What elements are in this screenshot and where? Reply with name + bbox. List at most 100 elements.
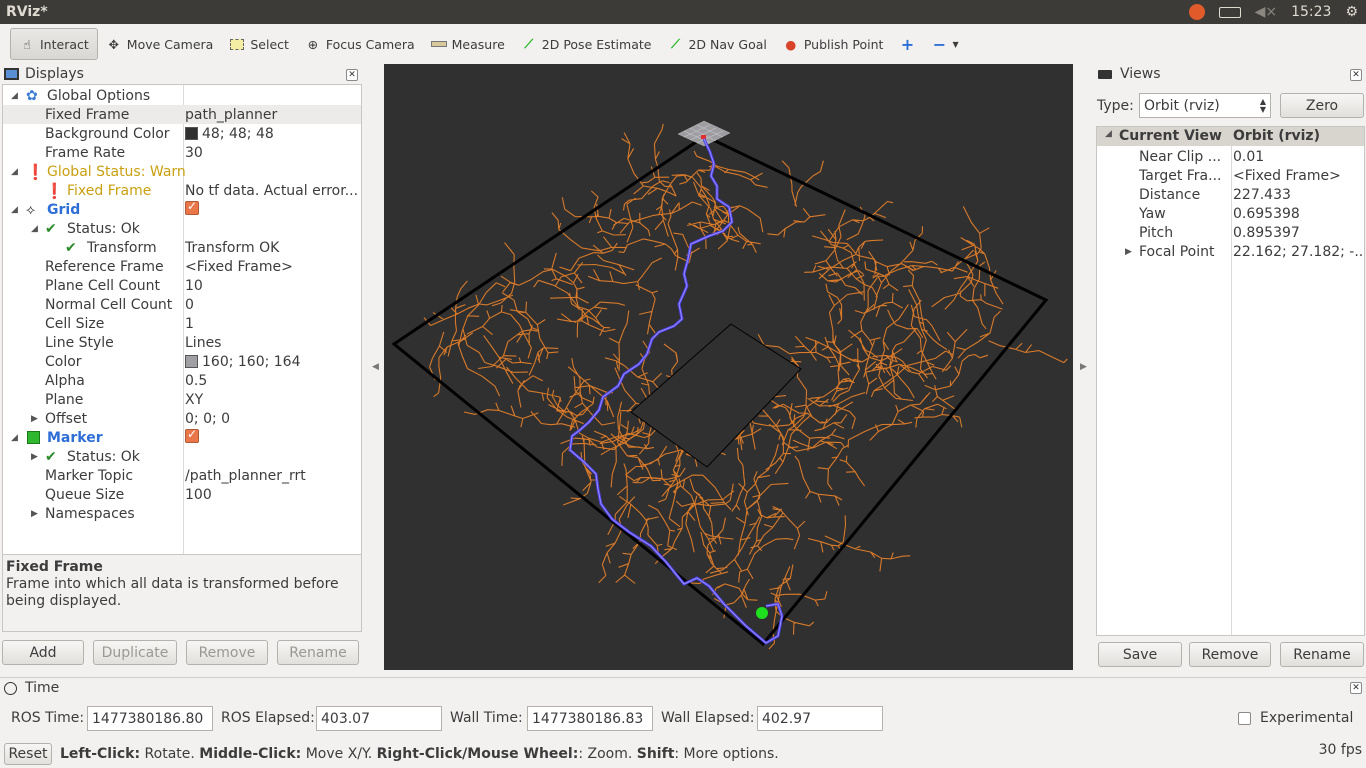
grid-enabled-checkbox[interactable] [185,200,361,219]
tree-row-namespaces[interactable]: ▶ Namespaces [3,504,361,523]
expand-arrow-icon[interactable]: ◢ [11,433,21,443]
view-row-target-frame[interactable]: Target Fra... <Fixed Frame> [1097,166,1364,185]
publish-point-tool-button[interactable]: ● Publish Point [775,28,892,60]
tree-value[interactable]: path_planner [185,107,361,123]
zero-button[interactable]: Zero [1280,93,1364,118]
tree-row-reference-frame[interactable]: Reference Frame <Fixed Frame> [3,257,361,276]
tree-value[interactable]: 1 [185,316,361,332]
view-row-pitch[interactable]: Pitch 0.895397 [1097,223,1364,242]
tree-row-marker-status[interactable]: ▶ ✔ Status: Ok [3,447,361,466]
experimental-checkbox[interactable] [1238,712,1251,725]
volume-muted-icon[interactable]: ◀× [1255,4,1278,20]
3d-render-viewport[interactable] [384,64,1073,670]
tree-value[interactable]: 22.162; 27.182; -... [1233,244,1363,260]
add-tool-button[interactable]: + [891,28,923,60]
view-row-yaw[interactable]: Yaw 0.695398 [1097,204,1364,223]
tree-value[interactable]: 0.5 [185,373,361,389]
reset-button[interactable]: Reset [4,743,52,765]
tree-row-global-status[interactable]: ◢ ❗ Global Status: Warn [3,162,361,181]
tree-value[interactable]: 160; 160; 164 [185,354,361,370]
tree-row-grid[interactable]: ◢ ⟡ Grid [3,200,361,219]
tree-row-cell-size[interactable]: Cell Size 1 [3,314,361,333]
pose-estimate-tool-button[interactable]: ⟋ 2D Pose Estimate [513,28,660,60]
ros-elapsed-field[interactable]: 403.07 [316,706,442,731]
tree-value[interactable]: XY [185,392,361,408]
collapsed-arrow-icon[interactable]: ▶ [31,414,41,424]
tree-value[interactable]: Lines [185,335,361,351]
wall-time-field[interactable]: 1477380186.83 [527,706,653,731]
remove-tool-button[interactable]: − ▼ [923,28,966,60]
tree-row-global-options[interactable]: ◢ ✿ Global Options [3,86,361,105]
view-type-select[interactable]: Orbit (rviz) ▲ ▼ [1139,93,1271,118]
select-tool-button[interactable]: Select [221,28,297,60]
collapsed-arrow-icon[interactable]: ▶ [31,509,41,519]
expand-arrow-icon[interactable]: ◢ [1105,129,1115,139]
ros-time-field[interactable]: 1477380186.80 [87,706,213,731]
tree-row-fixed-frame[interactable]: Fixed Frame path_planner [3,105,361,124]
tree-row-color[interactable]: Color 160; 160; 164 [3,352,361,371]
tree-value[interactable]: /path_planner_rrt [185,468,361,484]
wall-elapsed-field[interactable]: 402.97 [757,706,883,731]
close-icon[interactable]: ✕ [346,69,358,81]
splitter-right-arrow-icon[interactable]: ▶ [1080,362,1087,372]
tree-row-marker[interactable]: ◢ Marker [3,428,361,447]
view-row-distance[interactable]: Distance 227.433 [1097,185,1364,204]
tree-row-normal-cell-count[interactable]: Normal Cell Count 0 [3,295,361,314]
collapsed-arrow-icon[interactable]: ▶ [1125,247,1135,257]
tree-row-plane-cell-count[interactable]: Plane Cell Count 10 [3,276,361,295]
tree-row-marker-topic[interactable]: Marker Topic /path_planner_rrt [3,466,361,485]
battery-icon[interactable] [1218,6,1241,18]
tree-value[interactable]: 227.433 [1233,187,1363,203]
duplicate-button[interactable]: Duplicate [93,640,177,665]
tree-value[interactable]: 10 [185,278,361,294]
tree-row-background-color[interactable]: Background Color 48; 48; 48 [3,124,361,143]
tree-row-alpha[interactable]: Alpha 0.5 [3,371,361,390]
close-icon[interactable]: ✕ [1350,682,1362,694]
tree-value[interactable]: 0; 0; 0 [185,411,361,427]
remove-button[interactable]: Remove [186,640,268,665]
gear-icon[interactable]: ⚙ [1345,4,1358,20]
close-icon[interactable]: ✕ [1350,69,1362,81]
marker-enabled-checkbox[interactable] [185,428,361,447]
expand-arrow-icon[interactable]: ◢ [11,91,21,101]
tree-value[interactable]: 0.695398 [1233,206,1363,222]
tree-key: Reference Frame [45,258,164,275]
rename-button[interactable]: Rename [277,640,359,665]
tree-row-frame-rate[interactable]: Frame Rate 30 [3,143,361,162]
move-camera-tool-button[interactable]: ✥ Move Camera [98,28,222,60]
tree-value[interactable]: <Fixed Frame> [1233,168,1363,184]
collapsed-arrow-icon[interactable]: ▶ [31,452,41,462]
tree-row-line-style[interactable]: Line Style Lines [3,333,361,352]
tree-value[interactable]: 30 [185,145,361,161]
rename-view-button[interactable]: Rename [1280,642,1364,667]
splitter-left-arrow-icon[interactable]: ◀ [372,362,379,372]
view-row-focal-point[interactable]: ▶ Focal Point 22.162; 27.182; -... [1097,242,1364,261]
clock[interactable]: 15:23 [1291,4,1331,20]
tree-value[interactable]: 100 [185,487,361,503]
tree-row-transform[interactable]: ✔ Transform Transform OK [3,238,361,257]
tree-row-plane[interactable]: Plane XY [3,390,361,409]
remove-view-button[interactable]: Remove [1189,642,1271,667]
tree-value[interactable]: <Fixed Frame> [185,259,361,275]
add-button[interactable]: Add [2,640,84,665]
tree-row-grid-status[interactable]: ◢ ✔ Status: Ok [3,219,361,238]
tree-value[interactable]: 48; 48; 48 [185,126,361,142]
measure-tool-button[interactable]: Measure [423,28,513,60]
indicator-icon[interactable] [1188,4,1205,20]
tree-row-fixed-frame-status[interactable]: ❗ Fixed Frame No tf data. Actual error..… [3,181,361,200]
view-row-near-clip[interactable]: Near Clip ... 0.01 [1097,147,1364,166]
interact-tool-button[interactable]: ☝ Interact [10,28,98,60]
tree-value[interactable]: 0 [185,297,361,313]
nav-goal-tool-button[interactable]: ⟋ 2D Nav Goal [659,28,774,60]
expand-arrow-icon[interactable]: ◢ [31,224,41,234]
focus-camera-tool-button[interactable]: ⊕ Focus Camera [297,28,423,60]
tree-row-offset[interactable]: ▶ Offset 0; 0; 0 [3,409,361,428]
tree-value[interactable]: 0.01 [1233,149,1363,165]
tree-row-queue-size[interactable]: Queue Size 100 [3,485,361,504]
current-view-header[interactable]: ◢ Current View Orbit (rviz) [1097,127,1364,146]
tree-value[interactable]: 0.895397 [1233,225,1363,241]
expand-arrow-icon[interactable]: ◢ [11,205,21,215]
tree-key: Offset [45,410,88,427]
save-view-button[interactable]: Save [1098,642,1182,667]
expand-arrow-icon[interactable]: ◢ [11,167,21,177]
